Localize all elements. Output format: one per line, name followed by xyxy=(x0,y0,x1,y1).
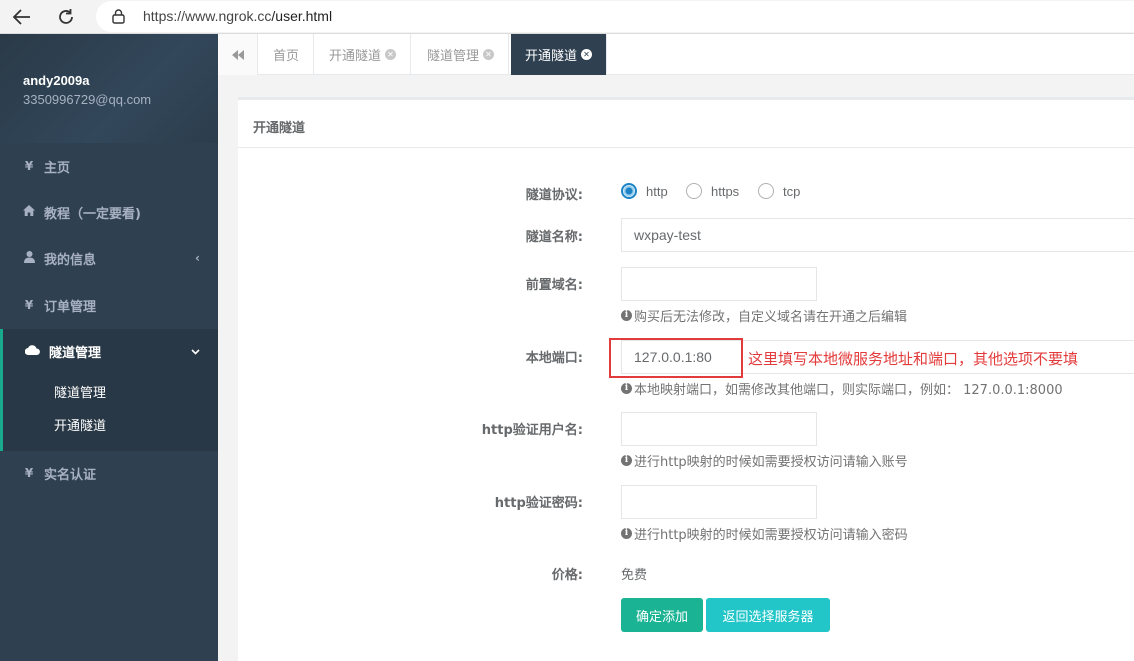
back-arrow-icon[interactable] xyxy=(8,4,36,30)
tunnel-name-input[interactable]: wxpay-test xyxy=(621,218,1134,252)
browser-toolbar: https://www.ngrok.cc/user.html xyxy=(0,0,1134,34)
info-icon: i xyxy=(621,310,632,321)
tab-label: 首页 xyxy=(273,49,300,64)
tunnel-name-label: 隧道名称: xyxy=(525,230,583,245)
radio-https[interactable] xyxy=(686,183,702,199)
tab-open-tunnel[interactable]: 开通隧道 ✕ xyxy=(315,34,412,75)
radio-https-label[interactable]: https xyxy=(711,184,739,199)
sidebar-group-tunnels: 隧道管理 隧道管理 开通隧道 xyxy=(0,329,218,451)
chevron-down-icon xyxy=(191,345,200,358)
url-text: https://www.ngrok.cc/user.html xyxy=(143,8,333,24)
tab-label: 开通隧道 xyxy=(525,49,578,64)
info-icon: i xyxy=(621,528,632,539)
info-icon: i xyxy=(621,383,632,394)
http-pass-help: i 进行http映射的时候如需要授权访问请输入密码 xyxy=(621,524,908,543)
yen-icon: ¥ xyxy=(24,466,34,480)
tunnel-name-value: wxpay-test xyxy=(634,227,701,243)
tabs-scroll-left-icon[interactable] xyxy=(218,34,258,75)
highlight-box xyxy=(609,338,743,378)
radio-tcp-label[interactable]: tcp xyxy=(783,184,800,199)
local-port-help-text: 本地映射端口，如需修改其他端口，则实际端口，例如： 127.0.0.1:8000 xyxy=(634,383,1063,398)
subitem-tunnel-management[interactable]: 隧道管理 xyxy=(54,382,106,401)
price-value: 免费 xyxy=(621,568,648,583)
price-label: 价格: xyxy=(551,568,583,583)
sidebar-item-label: 订单管理 xyxy=(44,299,97,315)
radio-http-label[interactable]: http xyxy=(646,184,668,199)
reload-icon[interactable] xyxy=(52,4,80,30)
divider xyxy=(238,147,1134,148)
sidebar-item-label: 隧道管理 xyxy=(49,345,102,361)
http-pass-label: http验证密码: xyxy=(494,496,583,511)
annotation-note: 这里填写本地微服务地址和端口，其他选项不要填 xyxy=(748,350,1079,368)
username[interactable]: andy2009a xyxy=(23,73,90,88)
domain-help: i 购买后无法修改，自定义域名请在开通之后编辑 xyxy=(621,306,907,325)
lock-icon xyxy=(112,9,125,28)
sidebar-item-label: 教程（一定要看) xyxy=(44,206,141,222)
info-icon: i xyxy=(621,455,632,466)
home-icon xyxy=(22,205,36,219)
sidebar-item-label: 主页 xyxy=(44,160,71,176)
protocol-label: 隧道协议: xyxy=(525,188,583,203)
cloud-icon xyxy=(24,344,41,359)
yen-icon: ¥ xyxy=(24,159,34,173)
http-user-input[interactable] xyxy=(621,412,817,446)
radio-http[interactable] xyxy=(621,183,637,199)
tab-label: 开通隧道 xyxy=(329,49,382,64)
sidebar-item-orders[interactable]: ¥ 订单管理 xyxy=(0,282,218,328)
chevron-left-icon: ‹ xyxy=(195,251,200,265)
http-user-label: http验证用户名: xyxy=(481,423,583,438)
panel-title: 开通隧道 xyxy=(253,121,306,136)
tab-tunnel-management[interactable]: 隧道管理 ✕ xyxy=(413,34,510,75)
user-icon xyxy=(22,250,36,266)
tabs-bar: 首页 开通隧道 ✕ 隧道管理 ✕ 开通隧道 ✕ xyxy=(218,34,1134,75)
tab-label: 隧道管理 xyxy=(427,49,480,64)
back-to-servers-button[interactable]: 返回选择服务器 xyxy=(706,598,830,632)
sidebar-item-my-info[interactable]: 我的信息 ‹ xyxy=(0,235,218,281)
http-user-help: i 进行http映射的时候如需要授权访问请输入账号 xyxy=(621,451,908,470)
subitem-open-tunnel[interactable]: 开通隧道 xyxy=(54,415,106,434)
domain-label: 前置域名: xyxy=(525,278,583,293)
sidebar-item-tutorial[interactable]: 教程（一定要看) xyxy=(0,189,218,235)
sidebar-item-label: 实名认证 xyxy=(44,467,97,483)
local-port-label: 本地端口: xyxy=(525,351,583,366)
domain-input[interactable] xyxy=(621,267,817,301)
sidebar: andy2009a 3350996729@qq.com ¥ 主页 教程（一定要看… xyxy=(0,34,218,661)
tab-open-tunnel-active[interactable]: 开通隧道 ✕ xyxy=(511,34,608,75)
yen-icon: ¥ xyxy=(24,298,34,312)
domain-help-text: 购买后无法修改，自定义域名请在开通之后编辑 xyxy=(634,310,908,325)
sidebar-item-tunnels[interactable]: 隧道管理 xyxy=(3,329,218,373)
tab-home[interactable]: 首页 xyxy=(259,34,315,75)
local-port-help: i 本地映射端口，如需修改其他端口，则实际端口，例如： 127.0.0.1:800… xyxy=(621,379,1063,398)
radio-tcp[interactable] xyxy=(758,183,774,199)
http-user-help-text: 进行http映射的时候如需要授权访问请输入账号 xyxy=(634,455,908,470)
sidebar-item-home[interactable]: ¥ 主页 xyxy=(0,143,218,189)
profile-block: andy2009a 3350996729@qq.com xyxy=(0,34,218,143)
sidebar-item-real-name[interactable]: ¥ 实名认证 xyxy=(0,450,218,496)
http-pass-help-text: 进行http映射的时候如需要授权访问请输入密码 xyxy=(634,528,908,543)
sidebar-item-label: 我的信息 xyxy=(44,252,97,268)
address-bar[interactable]: https://www.ngrok.cc/user.html xyxy=(96,1,1134,32)
close-icon[interactable]: ✕ xyxy=(483,49,495,60)
http-pass-input[interactable] xyxy=(621,485,817,519)
close-icon[interactable]: ✕ xyxy=(385,49,397,60)
submit-button[interactable]: 确定添加 xyxy=(621,598,703,632)
user-email: 3350996729@qq.com xyxy=(23,92,152,107)
close-icon[interactable]: ✕ xyxy=(581,49,593,60)
